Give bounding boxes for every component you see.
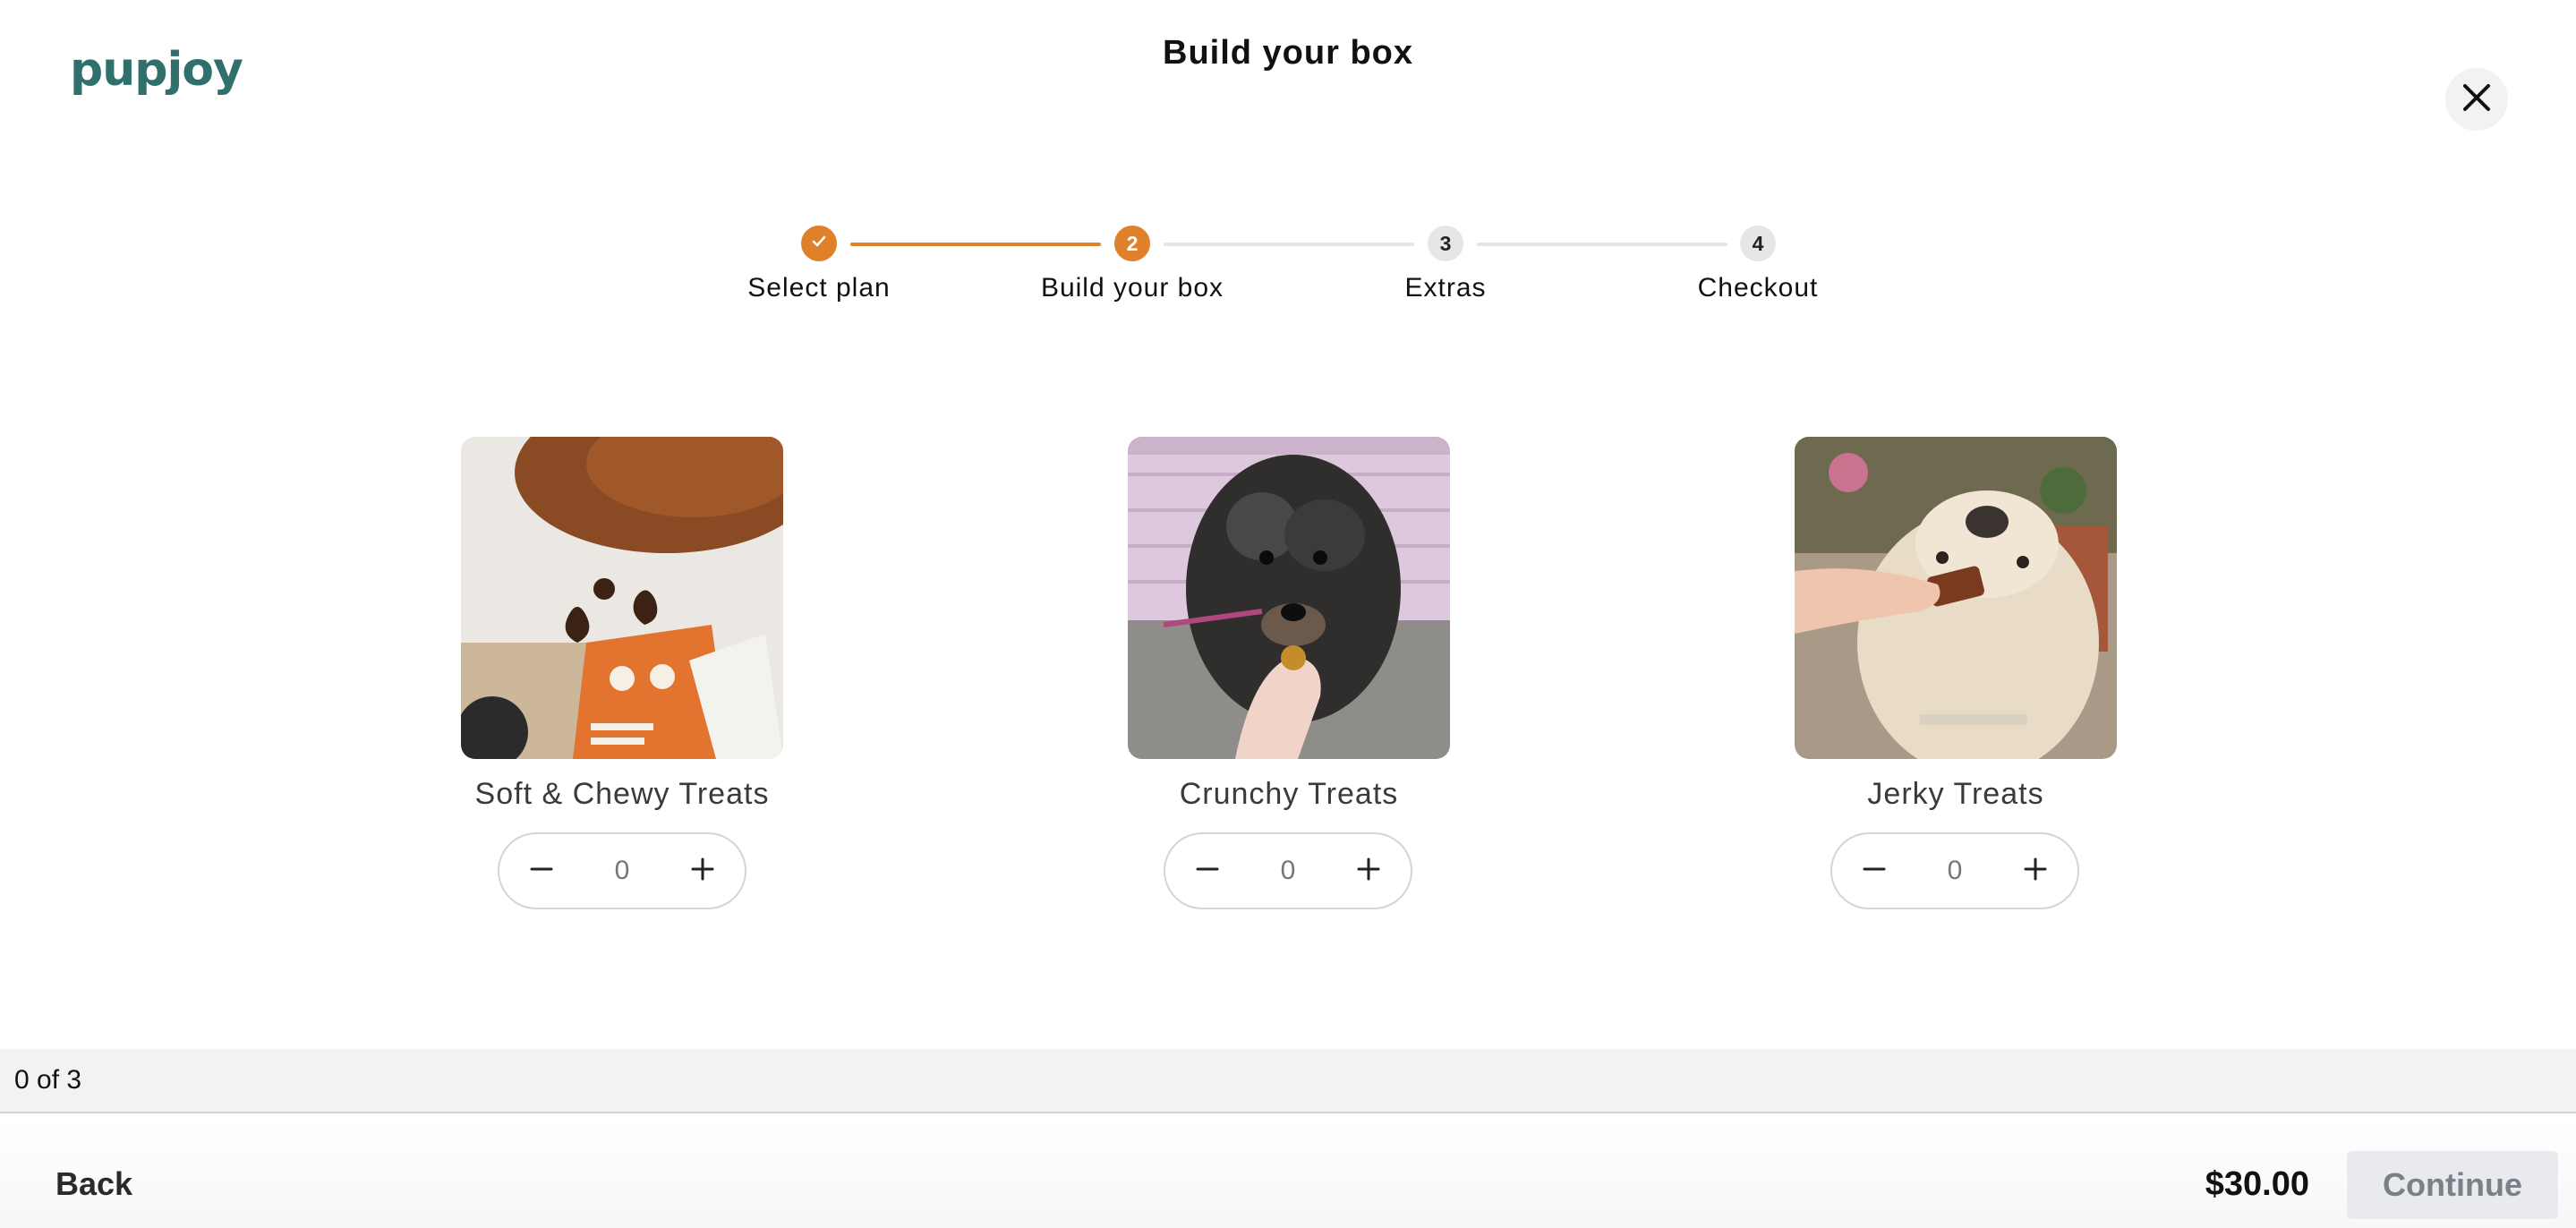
selection-progress-bar xyxy=(0,1049,2576,1113)
page-title: Build your box xyxy=(1163,34,1413,72)
product-name: Soft & Chewy Treats xyxy=(474,777,770,811)
decrement-button[interactable] xyxy=(1854,850,1895,891)
plus-icon xyxy=(2023,857,2048,886)
minus-icon xyxy=(1195,857,1220,886)
step-3-label: Extras xyxy=(1404,273,1487,303)
step-1-circle[interactable] xyxy=(801,226,837,261)
quantity-stepper: 0 xyxy=(498,832,746,909)
quantity-stepper: 0 xyxy=(1164,832,1412,909)
quantity-value[interactable]: 0 xyxy=(586,856,658,886)
step-connector-2 xyxy=(1164,243,1414,246)
close-button[interactable] xyxy=(2445,68,2508,131)
soft-chewy-treats-image xyxy=(461,437,783,759)
decrement-button[interactable] xyxy=(521,850,562,891)
step-3-circle: 3 xyxy=(1428,226,1463,261)
quantity-value[interactable]: 0 xyxy=(1252,856,1324,886)
decrement-button[interactable] xyxy=(1187,850,1228,891)
step-connector-1 xyxy=(850,243,1101,246)
plus-icon xyxy=(690,857,715,886)
step-4-label: Checkout xyxy=(1697,273,1819,303)
crunchy-treats-image xyxy=(1128,437,1450,759)
quantity-value[interactable]: 0 xyxy=(1919,856,1991,886)
product-name: Jerky Treats xyxy=(1867,777,2044,811)
product-name: Crunchy Treats xyxy=(1179,777,1399,811)
plus-icon xyxy=(1356,857,1381,886)
step-4-circle: 4 xyxy=(1740,226,1776,261)
jerky-treats-image xyxy=(1795,437,2117,759)
total-price: $30.00 xyxy=(2205,1165,2309,1203)
close-icon xyxy=(2461,82,2492,117)
back-button[interactable]: Back xyxy=(55,1165,132,1203)
continue-button[interactable]: Continue xyxy=(2347,1151,2558,1219)
check-icon xyxy=(810,232,828,256)
minus-icon xyxy=(1862,857,1887,886)
step-2-circle: 2 xyxy=(1114,226,1150,261)
minus-icon xyxy=(529,857,554,886)
step-1-label[interactable]: Select plan xyxy=(676,273,962,303)
selection-count: 0 of 3 xyxy=(14,1065,82,1095)
step-connector-3 xyxy=(1477,243,1727,246)
quantity-stepper: 0 xyxy=(1830,832,2079,909)
increment-button[interactable] xyxy=(1348,850,1389,891)
step-2-label: Build your box xyxy=(1040,273,1224,303)
increment-button[interactable] xyxy=(682,850,723,891)
increment-button[interactable] xyxy=(2015,850,2056,891)
